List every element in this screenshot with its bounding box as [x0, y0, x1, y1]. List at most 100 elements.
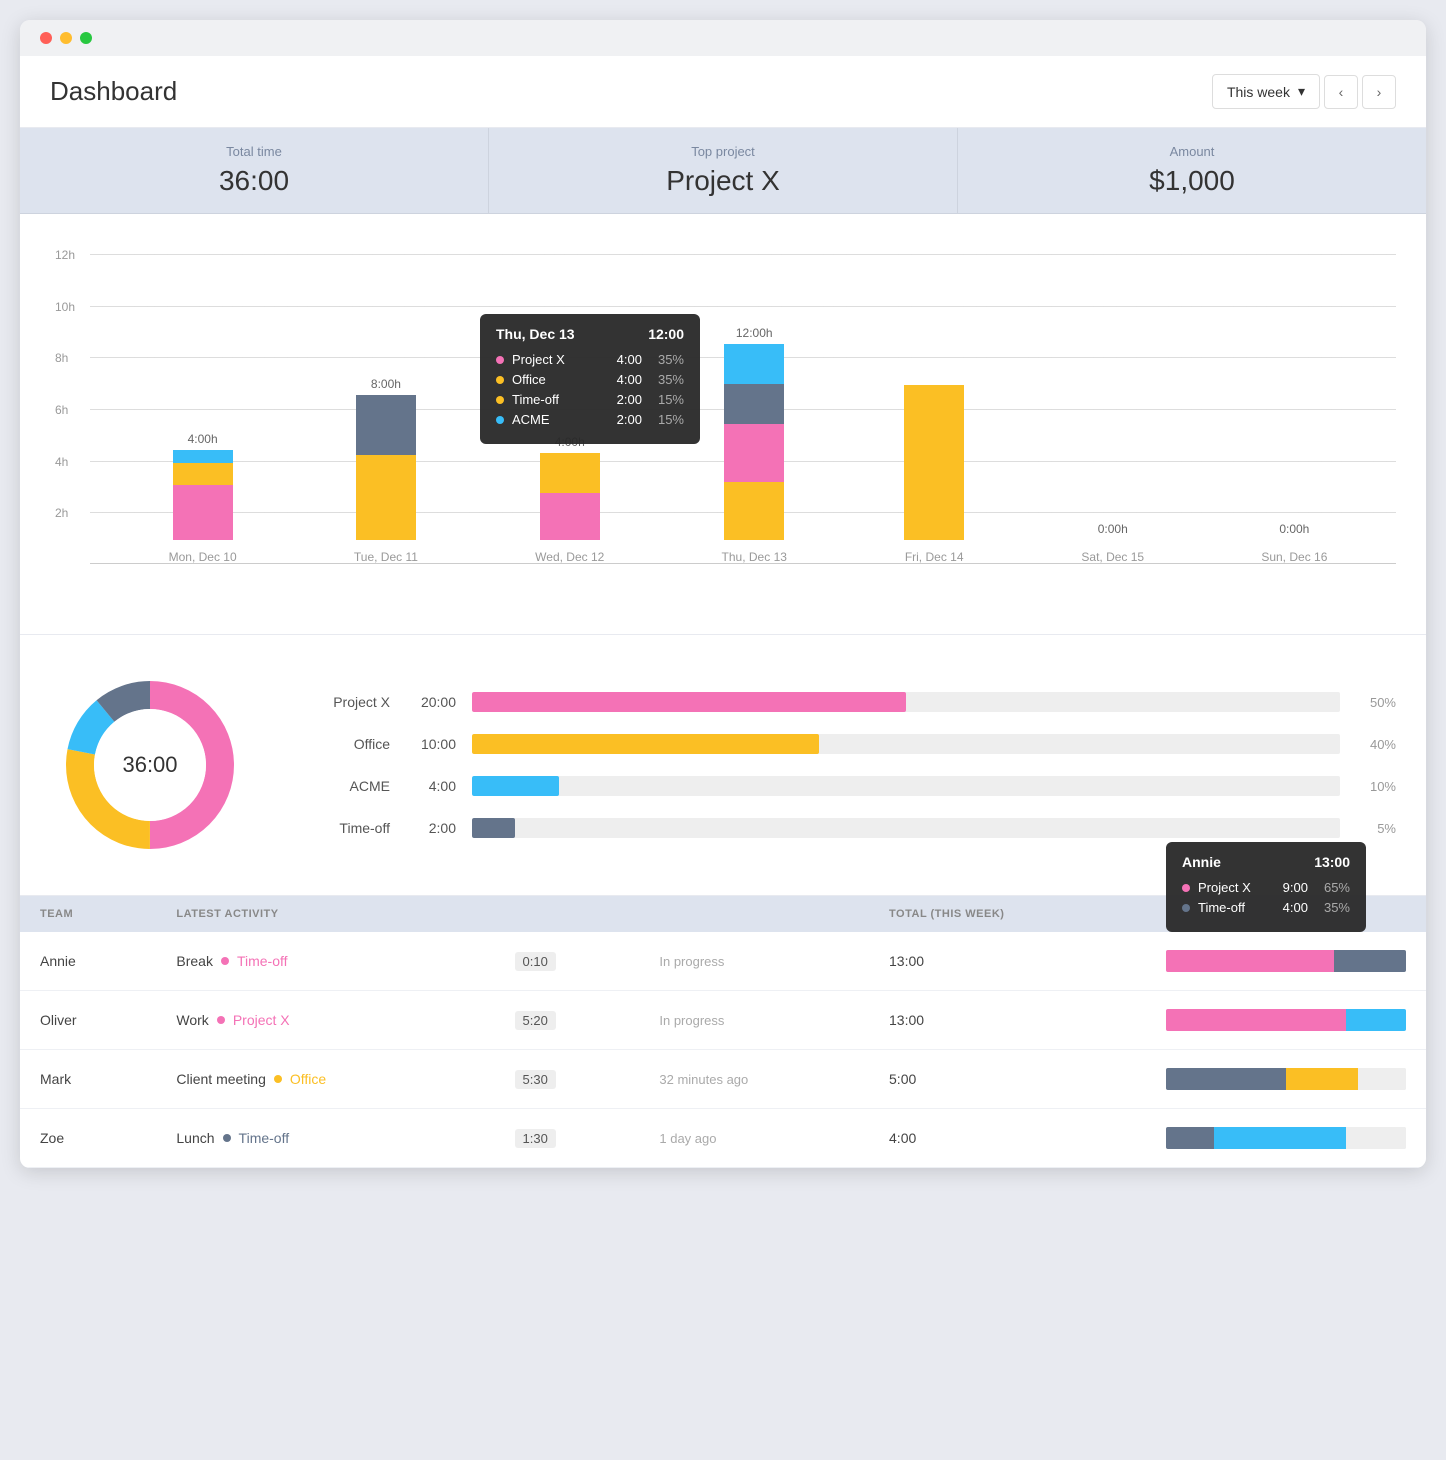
bar-stack[interactable]	[540, 453, 600, 540]
bar-day-label: Thu, Dec 13	[722, 550, 787, 564]
project-bar-row: Time-off 2:00 5%	[310, 818, 1396, 838]
bar-day-label: Wed, Dec 12	[535, 550, 604, 564]
activity-dot	[223, 1134, 231, 1142]
week-label: This week	[1227, 84, 1290, 100]
total-time-label: Total time	[44, 144, 464, 159]
tooltip-row: Time-off 4:00 35%	[1182, 900, 1350, 915]
team-bar-segment	[1358, 1068, 1406, 1090]
total-time-stat: Total time 36:00	[20, 128, 489, 213]
bar-segment	[173, 485, 233, 540]
bar-total-label: 4:00h	[188, 432, 218, 446]
bar-stack[interactable]	[173, 450, 233, 540]
project-bar-fill	[472, 734, 819, 754]
activity-project: Time-off	[239, 1130, 290, 1146]
bars-container: 4:00hMon, Dec 108:00hTue, Dec 114:00hWed…	[100, 254, 1396, 564]
col-total: Total (This Week)	[869, 896, 1146, 932]
team-activity: Lunch Time-off	[156, 1109, 494, 1168]
table-row: Zoe Lunch Time-off 1:30 1 day ago 4:00	[20, 1109, 1426, 1168]
activity-type: Lunch	[176, 1130, 214, 1146]
activity-status: In progress	[639, 932, 869, 991]
team-bar-segment	[1346, 1009, 1406, 1031]
duration-badge: 5:20	[515, 1011, 556, 1030]
maximize-button[interactable]	[80, 32, 92, 44]
bar-segment	[724, 384, 784, 424]
tooltip-dot	[1182, 904, 1190, 912]
bar-group: 0:00hSat, Dec 15	[1081, 522, 1144, 564]
status-text: 1 day ago	[659, 1131, 716, 1146]
duration-badge: 1:30	[515, 1129, 556, 1148]
project-bar-pct: 40%	[1356, 737, 1396, 752]
amount-stat: Amount $1,000	[958, 128, 1426, 213]
minimize-button[interactable]	[60, 32, 72, 44]
project-bar-pct: 5%	[1356, 821, 1396, 836]
project-bar-row: ACME 4:00 10%	[310, 776, 1396, 796]
header: Dashboard This week ▾ ‹ ›	[20, 56, 1426, 128]
bar-stack[interactable]	[904, 385, 964, 540]
team-member-name: Mark	[20, 1050, 156, 1109]
bar-segment	[540, 453, 600, 493]
project-bar-name: Time-off	[310, 820, 390, 836]
status-text: In progress	[659, 1013, 724, 1028]
team-bar-segment	[1166, 1068, 1286, 1090]
team-bar-cell	[1146, 1109, 1426, 1168]
prev-week-button[interactable]: ‹	[1324, 75, 1358, 109]
activity-duration: 0:10	[495, 932, 640, 991]
team-member-name: Annie	[20, 932, 156, 991]
team-bar-cell	[1146, 1050, 1426, 1109]
project-bar-track	[472, 734, 1340, 754]
team-bar-segment	[1166, 1009, 1346, 1031]
total-time-value: 5:00	[869, 1050, 1146, 1109]
bar-day-label: Tue, Dec 11	[354, 550, 418, 564]
top-project-stat: Top project Project X	[489, 128, 958, 213]
x-axis	[90, 563, 1396, 564]
project-bar-row: Office 10:00 40%	[310, 734, 1396, 754]
bar-group: 8:00hTue, Dec 11	[354, 377, 418, 564]
duration-badge: 5:30	[515, 1070, 556, 1089]
team-bar-track	[1166, 1127, 1406, 1149]
tooltip-pct: 35%	[1324, 900, 1350, 915]
total-time-value: 13:00	[869, 932, 1146, 991]
next-week-button[interactable]: ›	[1362, 75, 1396, 109]
team-bar-track	[1166, 950, 1406, 972]
team-bar-track	[1166, 1068, 1406, 1090]
y-axis-label: 12h	[55, 248, 75, 262]
team-member-name: Oliver	[20, 991, 156, 1050]
bar-stack[interactable]	[356, 395, 416, 540]
team-table: Team Latest Activity Total (This Week) A…	[20, 896, 1426, 1168]
bar-day-label: Mon, Dec 10	[169, 550, 237, 564]
team-activity: Break Time-off	[156, 932, 494, 991]
team-bar-cell: Annie 13:00 Project X 9:00 65% Time-off …	[1146, 932, 1426, 991]
project-bars: Project X 20:00 50% Office 10:00 40% ACM…	[310, 692, 1396, 838]
bar-chart-section: 2h4h6h8h10h12h 4:00hMon, Dec 108:00hTue,…	[20, 214, 1426, 635]
tooltip-name: Time-off	[1198, 900, 1267, 915]
activity-duration: 1:30	[495, 1109, 640, 1168]
bar-day-label: Sun, Dec 16	[1261, 550, 1327, 564]
team-bar-segment	[1214, 1127, 1346, 1149]
tooltip-time: 9:00	[1283, 880, 1308, 895]
bar-chart: 2h4h6h8h10h12h 4:00hMon, Dec 108:00hTue,…	[50, 254, 1396, 614]
tooltip-header: Annie 13:00	[1182, 854, 1350, 870]
bar-group: 12:00hThu, Dec 13	[722, 326, 787, 564]
page-title: Dashboard	[50, 76, 177, 107]
project-bar-time: 10:00	[406, 736, 456, 752]
top-project-label: Top project	[513, 144, 933, 159]
team-bar-segment	[1166, 1127, 1214, 1149]
activity-project: Time-off	[237, 953, 288, 969]
title-bar	[20, 20, 1426, 56]
donut-chart: 36:00	[50, 665, 250, 865]
bar-group: Fri, Dec 14	[904, 381, 964, 564]
bar-day-label: Sat, Dec 15	[1081, 550, 1144, 564]
bar-segment	[356, 395, 416, 455]
bar-stack[interactable]	[724, 344, 784, 540]
top-project-value: Project X	[513, 165, 933, 197]
project-bar-track	[472, 776, 1340, 796]
total-time-value: 13:00	[869, 991, 1146, 1050]
activity-type: Client meeting	[176, 1071, 266, 1087]
project-bar-fill	[472, 818, 515, 838]
activity-dot	[274, 1075, 282, 1083]
week-selector[interactable]: This week ▾	[1212, 74, 1320, 109]
close-button[interactable]	[40, 32, 52, 44]
project-bar-pct: 50%	[1356, 695, 1396, 710]
project-bar-name: ACME	[310, 778, 390, 794]
project-bar-fill	[472, 776, 559, 796]
